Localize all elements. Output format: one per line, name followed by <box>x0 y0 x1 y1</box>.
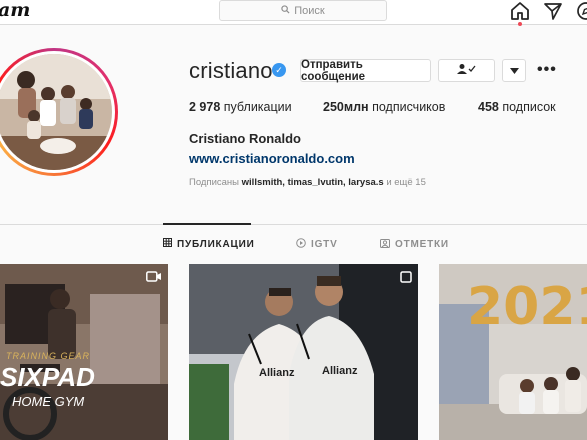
search-icon <box>281 5 290 16</box>
tab-tagged-label: ОТМЕТКИ <box>395 239 449 250</box>
explore-icon[interactable] <box>575 1 587 21</box>
following-button[interactable] <box>438 59 495 82</box>
tab-igtv[interactable]: IGTV <box>296 238 338 251</box>
search-input[interactable]: Поиск <box>219 0 387 21</box>
tab-publications[interactable]: ПУБЛИКАЦИИ <box>163 238 255 250</box>
active-tab-indicator <box>163 223 251 225</box>
carousel-icon <box>400 270 412 288</box>
followers-stat[interactable]: 250млн подписчиков <box>323 100 445 114</box>
chevron-down-icon <box>509 65 519 77</box>
tab-tagged[interactable]: ОТМЕТКИ <box>380 238 449 251</box>
profile-website-link[interactable]: www.cristianoronaldo.com <box>189 151 355 166</box>
grid-icon <box>163 238 172 250</box>
post-overlay-text-1: TRAINING GEAR <box>6 351 90 361</box>
post-overlay-text-3: HOME GYM <box>12 394 84 409</box>
person-check-icon <box>456 63 478 78</box>
verified-badge-icon: ✓ <box>272 63 286 77</box>
instagram-logo[interactable]: am <box>0 0 30 21</box>
home-icon[interactable] <box>509 1 531 21</box>
posts-count-stat: 2 978 публикации <box>189 100 292 114</box>
balloon-numbers: 2021 <box>467 277 587 337</box>
jersey-text-right: Allianz <box>322 365 358 377</box>
followers-label: подписчиков <box>372 100 446 114</box>
video-icon <box>146 270 162 288</box>
jersey-text-left: Allianz <box>259 367 295 379</box>
post-overlay-text-2: SIXPAD <box>0 362 95 392</box>
profile-avatar[interactable] <box>0 48 118 176</box>
following-label: подписок <box>502 100 556 114</box>
posts-label: публикации <box>223 100 292 114</box>
post-tile[interactable]: TRAINING GEAR SIXPAD HOME GYM <box>0 264 168 440</box>
post-tile[interactable]: 2021 <box>439 264 587 440</box>
direct-icon[interactable] <box>542 1 564 21</box>
top-navigation-bar: am Поиск <box>0 0 587 25</box>
profile-full-name: Cristiano Ronaldo <box>189 131 301 146</box>
igtv-icon <box>296 238 306 251</box>
followed-by-suffix: и ещё 15 <box>386 177 426 188</box>
tab-igtv-label: IGTV <box>311 239 338 250</box>
avatar-photo <box>0 54 112 170</box>
following-count: 458 <box>478 100 499 114</box>
profile-username: cristiano <box>189 58 273 83</box>
followers-count: 250млн <box>323 100 369 114</box>
search-placeholder: Поиск <box>294 4 325 17</box>
tab-publications-label: ПУБЛИКАЦИИ <box>177 238 255 250</box>
following-stat[interactable]: 458 подписок <box>478 100 556 114</box>
more-options-icon[interactable]: ••• <box>537 61 557 79</box>
followed-by-line[interactable]: Подписаны willsmith, timas_lvutin, larys… <box>189 177 426 188</box>
followed-by-prefix: Подписаны <box>189 177 240 188</box>
tagged-icon <box>380 238 390 251</box>
followed-by-names: willsmith, timas_lvutin, larysa.s <box>241 177 384 188</box>
posts-count: 2 978 <box>189 100 221 114</box>
suggestions-dropdown-button[interactable] <box>502 59 526 82</box>
notification-dot <box>518 22 522 26</box>
send-message-button[interactable]: Отправить сообщение <box>300 59 431 83</box>
post-tile[interactable]: Allianz Allianz <box>189 264 418 440</box>
tabs-divider <box>0 224 587 225</box>
